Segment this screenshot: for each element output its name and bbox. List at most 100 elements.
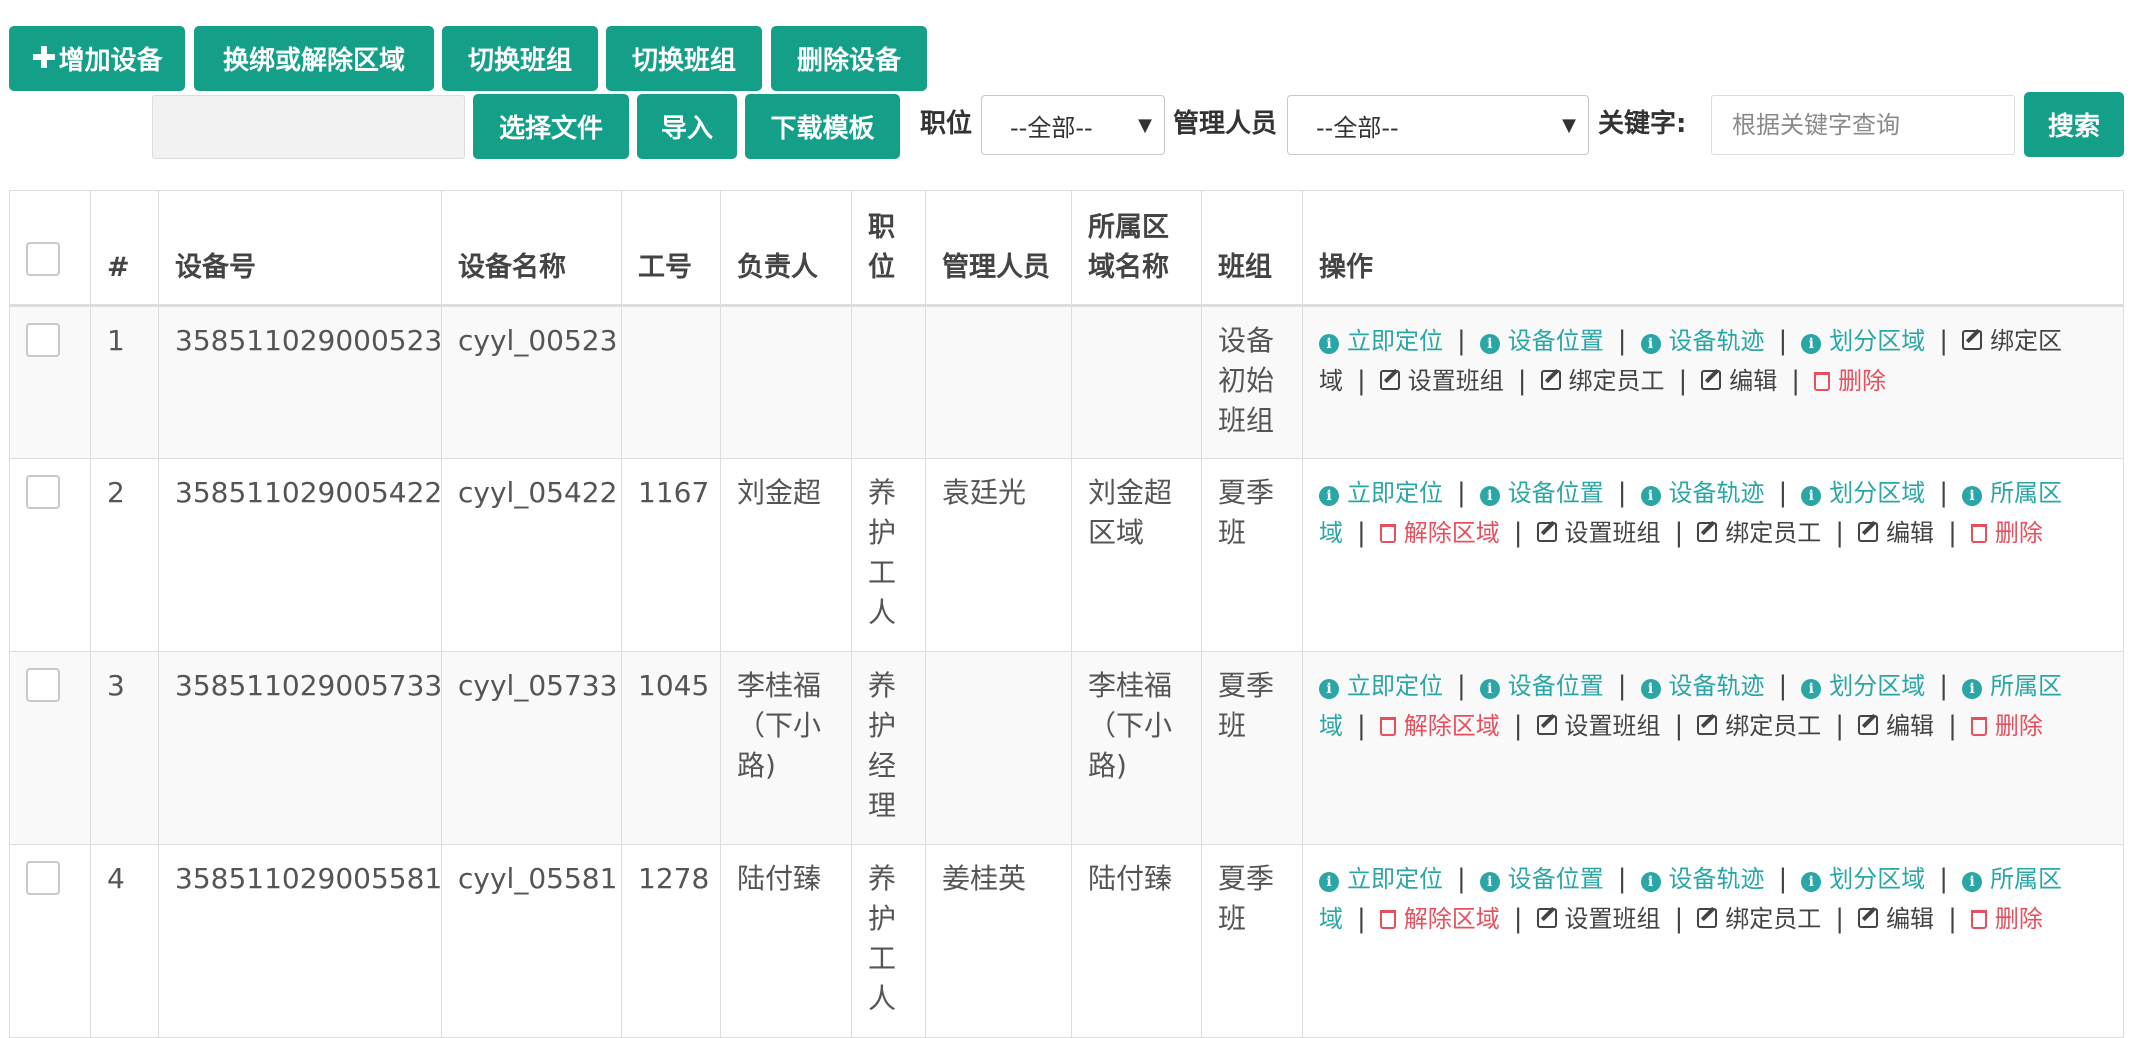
table-row: 1 358511029000523 cyyl_00523 设备初始班组 i 立即定… (9, 305, 2124, 459)
table-row: 3 358511029005733 cyyl_05733 1045 李桂福（下小… (9, 651, 2124, 845)
cell-device-id: 358511029005733 (158, 651, 442, 845)
cell-actions: i 立即定位 | i 设备位置 | i 设备轨迹 | i 划分区域 | i 所属区域 | 解除区域 | 设置班组 |… (1302, 651, 2124, 845)
device-table: # 设备号 设备名称 工号 负责人 职位 管理人员 所属区域名称 班组 操作 1… (9, 190, 2124, 1038)
manager-select[interactable]: --全部-- ▼ (1287, 95, 1589, 155)
cell-owner (720, 305, 852, 459)
select-all-checkbox[interactable] (26, 242, 60, 276)
divide-region-link[interactable]: i 划分区域 (1801, 327, 1925, 355)
cell-index: 3 (90, 651, 159, 845)
edit-icon (1962, 330, 1983, 350)
set-group-link[interactable]: 设置班组 (1536, 712, 1661, 740)
trash-icon (1814, 372, 1831, 391)
delete-link[interactable]: 删除 (1814, 367, 1886, 395)
add-device-button[interactable]: ✚ 增加设备 (9, 26, 185, 91)
cell-index: 1 (90, 305, 159, 459)
locate-link[interactable]: i 立即定位 (1319, 865, 1443, 893)
locate-link[interactable]: i 立即定位 (1319, 672, 1443, 700)
header-device-id: 设备号 (158, 190, 442, 307)
switch-group-button-1[interactable]: 切换班组 (442, 26, 598, 91)
position-select-value: --全部-- (1010, 113, 1093, 142)
cell-device-name: cyyl_05733 (441, 651, 622, 845)
device-track-link[interactable]: i 设备轨迹 (1640, 672, 1765, 700)
position-select[interactable]: --全部-- ▼ (981, 95, 1165, 155)
edit-icon (1858, 715, 1879, 735)
info-icon: i (1640, 334, 1661, 354)
cell-actions: i 立即定位 | i 设备位置 | i 设备轨迹 | i 划分区域 | i 所属区域 | 解除区域 | 设置班组 |… (1302, 458, 2124, 652)
locate-link[interactable]: i 立即定位 (1319, 479, 1443, 507)
cell-emp-no (621, 305, 721, 459)
cell-actions: i 立即定位 | i 设备位置 | i 设备轨迹 | i 划分区域 | 绑定区域 | 设置班组 | 绑定员工 | 编… (1302, 305, 2124, 459)
row-checkbox[interactable] (26, 475, 60, 509)
info-icon: i (1640, 486, 1661, 506)
unbind-region-link[interactable]: 解除区域 (1379, 519, 1500, 547)
bind-staff-link[interactable]: 绑定员工 (1697, 519, 1821, 547)
header-manager: 管理人员 (925, 190, 1072, 307)
row-checkbox[interactable] (26, 668, 60, 702)
header-group: 班组 (1201, 190, 1303, 307)
device-position-link[interactable]: i 设备位置 (1479, 327, 1604, 355)
info-icon: i (1319, 334, 1339, 354)
dropdown-caret-icon: ▼ (1562, 115, 1576, 136)
position-filter-label: 职位 (920, 109, 973, 139)
device-track-link[interactable]: i 设备轨迹 (1640, 865, 1765, 893)
set-group-link[interactable]: 设置班组 (1536, 519, 1661, 547)
info-icon: i (1479, 486, 1500, 506)
cell-region: 刘金超区域 (1071, 458, 1202, 652)
cell-position: 养护工人 (851, 458, 926, 652)
device-position-link[interactable]: i 设备位置 (1479, 865, 1604, 893)
bind-staff-link[interactable]: 绑定员工 (1697, 905, 1821, 933)
edit-link[interactable]: 编辑 (1858, 712, 1934, 740)
cell-region (1071, 305, 1202, 459)
delete-link[interactable]: 删除 (1970, 712, 2043, 740)
delete-link[interactable]: 删除 (1970, 519, 2043, 547)
edit-link[interactable]: 编辑 (1701, 367, 1777, 395)
edit-link[interactable]: 编辑 (1858, 519, 1934, 547)
info-icon: i (1319, 872, 1339, 892)
search-button[interactable]: 搜索 (2024, 92, 2124, 157)
bind-staff-link[interactable]: 绑定员工 (1697, 712, 1821, 740)
divide-region-link[interactable]: i 划分区域 (1801, 479, 1925, 507)
info-icon: i (1479, 334, 1500, 354)
locate-link[interactable]: i 立即定位 (1319, 327, 1443, 355)
delete-link[interactable]: 删除 (1970, 905, 2043, 933)
edit-icon (1697, 522, 1718, 542)
device-track-link[interactable]: i 设备轨迹 (1640, 479, 1765, 507)
cell-group: 夏季班 (1201, 651, 1303, 845)
keyword-search-input[interactable] (1711, 95, 2015, 155)
info-icon: i (1962, 486, 1983, 506)
trash-icon (1970, 910, 1987, 929)
divide-region-link[interactable]: i 划分区域 (1801, 672, 1925, 700)
row-checkbox[interactable] (26, 861, 60, 895)
edit-icon (1697, 715, 1718, 735)
cell-position (851, 305, 926, 459)
header-actions: 操作 (1302, 190, 2124, 307)
device-track-link[interactable]: i 设备轨迹 (1640, 327, 1765, 355)
device-position-link[interactable]: i 设备位置 (1479, 479, 1604, 507)
select-all-cell (9, 190, 91, 307)
delete-device-button[interactable]: 删除设备 (771, 26, 927, 91)
rebind-region-button[interactable]: 换绑或解除区域 (194, 26, 434, 91)
table-row: 2 358511029005422 cyyl_05422 1167 刘金超 养护… (9, 458, 2124, 652)
import-button[interactable]: 导入 (637, 94, 737, 159)
set-group-link[interactable]: 设置班组 (1536, 905, 1661, 933)
divide-region-link[interactable]: i 划分区域 (1801, 865, 1925, 893)
unbind-region-link[interactable]: 解除区域 (1379, 905, 1500, 933)
edit-icon (1858, 908, 1879, 928)
file-name-display (152, 95, 465, 159)
edit-icon (1701, 370, 1722, 390)
cell-device-name: cyyl_00523 (441, 305, 622, 459)
header-owner: 负责人 (720, 190, 852, 307)
trash-icon (1379, 910, 1396, 929)
edit-icon (1540, 370, 1561, 390)
choose-file-button[interactable]: 选择文件 (473, 94, 629, 159)
row-checkbox[interactable] (26, 323, 60, 357)
edit-link[interactable]: 编辑 (1858, 905, 1934, 933)
trash-icon (1970, 524, 1987, 543)
unbind-region-link[interactable]: 解除区域 (1379, 712, 1500, 740)
device-position-link[interactable]: i 设备位置 (1479, 672, 1604, 700)
switch-group-button-2[interactable]: 切换班组 (606, 26, 762, 91)
bind-staff-link[interactable]: 绑定员工 (1540, 367, 1665, 395)
download-template-button[interactable]: 下载模板 (745, 94, 900, 159)
row-select-cell (9, 305, 91, 459)
set-group-link[interactable]: 设置班组 (1379, 367, 1504, 395)
